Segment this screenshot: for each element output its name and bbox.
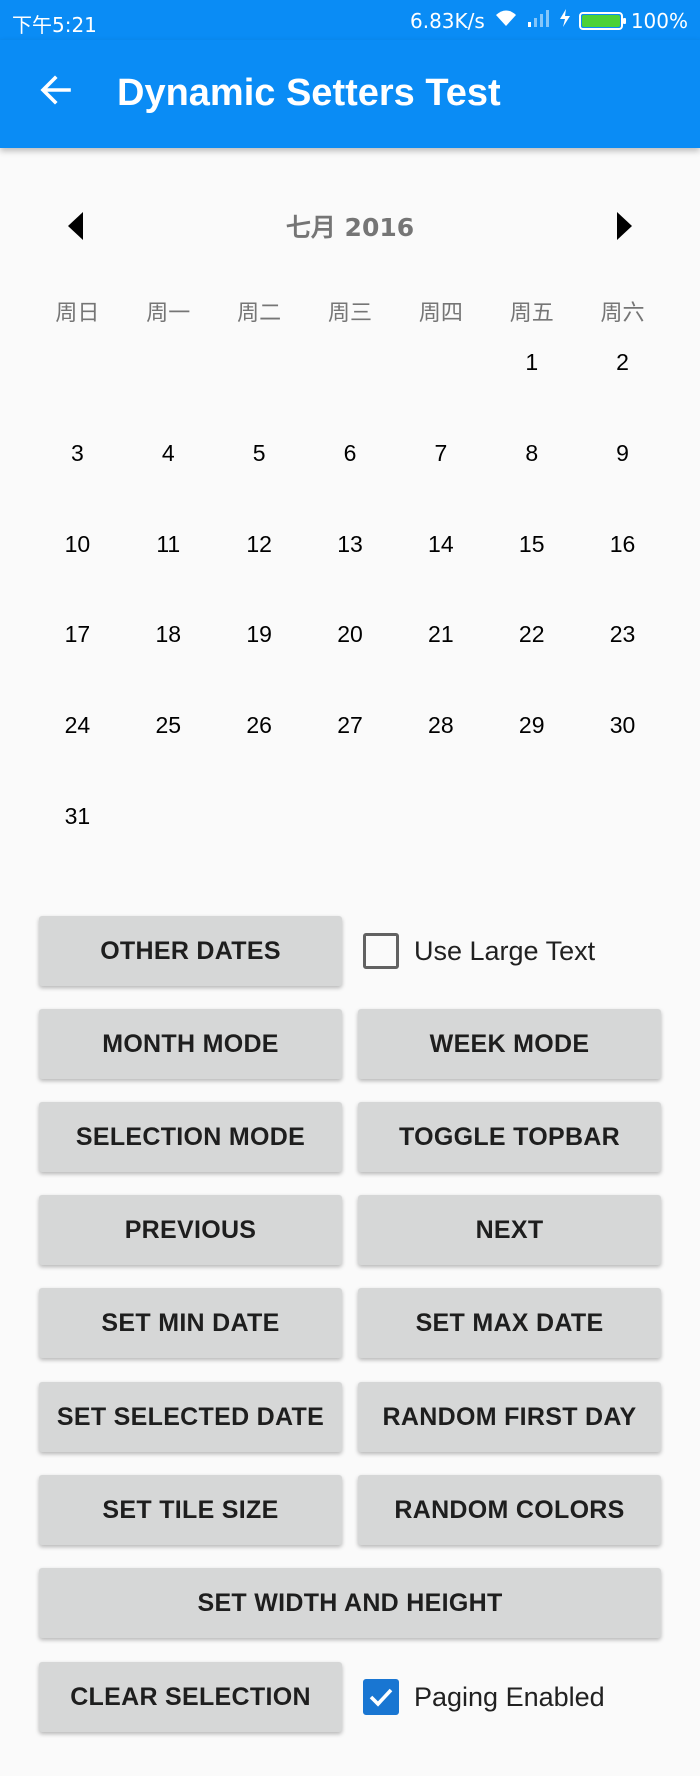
day-cell[interactable]: 26 <box>214 680 305 771</box>
next-month-button[interactable] <box>604 208 644 248</box>
signal-icon <box>527 8 551 33</box>
day-cell-empty <box>395 317 486 408</box>
set-min-date-button[interactable]: SET MIN DATE <box>39 1288 342 1358</box>
other-dates-button[interactable]: OTHER DATES <box>39 916 342 986</box>
day-cell[interactable]: 31 <box>32 771 123 862</box>
day-cell[interactable]: 24 <box>32 680 123 771</box>
wifi-icon <box>493 8 519 33</box>
day-cell[interactable]: 1 <box>486 317 577 408</box>
calendar-header: 七月 2016 <box>0 190 700 260</box>
status-right: 6.83K/s 100% <box>410 8 688 33</box>
day-cell-empty <box>214 317 305 408</box>
day-cell[interactable]: 4 <box>123 408 214 499</box>
day-cell[interactable]: 5 <box>214 408 305 499</box>
day-cell[interactable]: 8 <box>486 408 577 499</box>
day-cell[interactable]: 20 <box>305 589 396 680</box>
set-width-and-height-button[interactable]: SET WIDTH AND HEIGHT <box>39 1568 661 1638</box>
battery-percent: 100% <box>630 8 688 33</box>
day-cell[interactable]: 12 <box>214 499 305 590</box>
page-title: Dynamic Setters Test <box>117 72 501 114</box>
next-button[interactable]: NEXT <box>358 1195 661 1265</box>
day-cell[interactable]: 15 <box>486 499 577 590</box>
app-bar: Dynamic Setters Test <box>0 40 700 148</box>
day-cell-empty <box>305 317 396 408</box>
status-bar: 下午5:21 6.83K/s 100% <box>0 0 700 40</box>
day-cell[interactable]: 7 <box>395 408 486 499</box>
day-cell[interactable]: 29 <box>486 680 577 771</box>
paging-enabled-label: Paging Enabled <box>414 1681 605 1712</box>
set-max-date-button[interactable]: SET MAX DATE <box>358 1288 661 1358</box>
back-button[interactable] <box>30 66 82 118</box>
day-cell[interactable]: 25 <box>123 680 214 771</box>
use-large-text-label: Use Large Text <box>414 935 596 966</box>
calendar-days-grid: 1 2 3 4 5 6 7 8 9 10 11 12 13 14 15 16 17 18 19 20 21 22 23 24 2… <box>32 349 668 907</box>
day-cell[interactable]: 27 <box>305 680 396 771</box>
day-cell[interactable]: 14 <box>395 499 486 590</box>
random-first-day-button[interactable]: RANDOM FIRST DAY <box>358 1382 661 1452</box>
day-cell[interactable]: 9 <box>577 408 668 499</box>
charging-icon <box>559 8 571 33</box>
set-tile-size-button[interactable]: SET TILE SIZE <box>39 1475 342 1545</box>
week-mode-button[interactable]: WEEK MODE <box>358 1009 661 1079</box>
day-cell[interactable]: 21 <box>395 589 486 680</box>
day-cell[interactable]: 23 <box>577 589 668 680</box>
day-cell[interactable]: 18 <box>123 589 214 680</box>
day-cell[interactable]: 13 <box>305 499 396 590</box>
day-cell[interactable]: 2 <box>577 317 668 408</box>
day-cell[interactable]: 16 <box>577 499 668 590</box>
month-mode-button[interactable]: MONTH MODE <box>39 1009 342 1079</box>
paging-enabled-checkbox[interactable]: Paging Enabled <box>363 1662 605 1732</box>
day-cell[interactable]: 10 <box>32 499 123 590</box>
day-cell[interactable]: 19 <box>214 589 305 680</box>
battery-fill <box>581 14 620 27</box>
arrow-left-icon <box>39 73 73 112</box>
day-cell[interactable]: 6 <box>305 408 396 499</box>
selection-mode-button[interactable]: SELECTION MODE <box>39 1102 342 1172</box>
day-cell[interactable]: 11 <box>123 499 214 590</box>
previous-button[interactable]: PREVIOUS <box>39 1195 342 1265</box>
status-time: 下午5:21 <box>12 13 97 37</box>
triangle-right-icon <box>616 211 632 245</box>
month-title: 七月 2016 <box>285 213 415 242</box>
day-cell-empty <box>32 317 123 408</box>
battery-icon <box>578 11 626 30</box>
day-cell-empty <box>123 317 214 408</box>
random-colors-button[interactable]: RANDOM COLORS <box>358 1475 661 1545</box>
checkbox-unchecked-icon[interactable] <box>363 933 399 969</box>
day-cell[interactable]: 3 <box>32 408 123 499</box>
day-cell[interactable]: 28 <box>395 680 486 771</box>
day-cell[interactable]: 17 <box>32 589 123 680</box>
use-large-text-checkbox[interactable]: Use Large Text <box>363 916 595 986</box>
day-cell[interactable]: 22 <box>486 589 577 680</box>
checkbox-checked-icon[interactable] <box>363 1679 399 1715</box>
day-cell[interactable]: 30 <box>577 680 668 771</box>
set-selected-date-button[interactable]: SET SELECTED DATE <box>39 1382 342 1452</box>
toggle-topbar-button[interactable]: TOGGLE TOPBAR <box>358 1102 661 1172</box>
clear-selection-button[interactable]: CLEAR SELECTION <box>39 1662 342 1732</box>
network-speed: 6.83K/s <box>410 8 485 33</box>
